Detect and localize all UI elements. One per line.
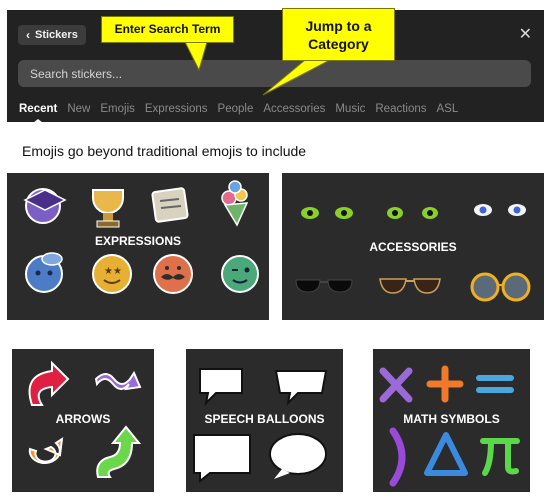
- arrows-label: ARROWS: [55, 412, 111, 426]
- times-symbol-sticker: [379, 367, 413, 403]
- rain-cloud-face-sticker: [25, 252, 63, 293]
- active-tab-indicator: [33, 119, 43, 123]
- trophy-sticker: [92, 189, 124, 228]
- jump-callout-line2: Category: [308, 36, 369, 52]
- accessories-card: ACCESSORIES: [282, 173, 544, 320]
- jump-callout-line1: Jump to a: [305, 18, 372, 34]
- tab-music[interactable]: Music: [335, 103, 365, 115]
- tab-asl[interactable]: ASL: [437, 103, 459, 115]
- green-up-arrow-sticker: [96, 425, 142, 478]
- tab-accessories[interactable]: Accessories: [263, 103, 325, 115]
- expressions-label: EXPRESSIONS: [94, 234, 182, 248]
- aviator-sunglasses-sticker: [379, 278, 441, 294]
- round-glasses-sticker: [470, 272, 531, 302]
- tab-recent[interactable]: Recent: [19, 103, 57, 115]
- oval-balloon-sticker: [269, 433, 327, 479]
- bouquet-sticker: [221, 180, 249, 227]
- expressions-card: ★ ★ EXPRESSIONS: [7, 173, 269, 320]
- tab-emojis[interactable]: Emojis: [100, 103, 135, 115]
- diploma-sticker: [151, 187, 189, 223]
- back-button-label: Stickers: [35, 29, 78, 41]
- green-eyes-sticker: [387, 207, 438, 219]
- winking-face-sticker: [221, 255, 259, 293]
- speech-balloons-label: SPEECH BALLOONS: [204, 412, 325, 426]
- search-term-callout: Enter Search Term: [101, 16, 234, 43]
- green-eyes-sticker: [301, 207, 353, 219]
- rectangular-balloon-sticker: [193, 434, 251, 484]
- speech-balloons-card: SPEECH BALLOONS: [186, 349, 343, 492]
- back-button[interactable]: ‹ Stickers: [18, 25, 86, 45]
- red-curved-arrow-sticker: [28, 360, 70, 406]
- pi-symbol-sticker: [480, 438, 520, 476]
- chevron-left-icon: ‹: [26, 28, 30, 42]
- search-input[interactable]: [18, 60, 531, 87]
- purple-wavy-arrow-sticker: [94, 370, 142, 391]
- tab-people[interactable]: People: [218, 103, 254, 115]
- speech-balloon-sticker: [274, 370, 328, 407]
- sticker-picker-panel: ‹ Stickers ✕ Recent New Emojis Expressio…: [7, 10, 544, 123]
- intro-text: Emojis go beyond traditional emojis to i…: [22, 143, 307, 159]
- mustache-face-sticker: [153, 254, 193, 294]
- parenthesis-sticker: [389, 427, 406, 487]
- math-symbols-card: MATH SYMBOLS: [373, 349, 530, 492]
- plus-symbol-sticker: [426, 365, 464, 403]
- close-icon[interactable]: ✕: [519, 24, 532, 44]
- equals-symbol-sticker: [476, 375, 514, 393]
- star-eyes-face-sticker: ★ ★: [92, 254, 132, 294]
- accessories-label: ACCESSORIES: [369, 240, 457, 254]
- delta-symbol-sticker: [424, 432, 468, 476]
- speech-balloon-sticker: [199, 368, 243, 407]
- jump-category-callout: Jump to a Category: [282, 8, 395, 61]
- tab-expressions[interactable]: Expressions: [145, 103, 208, 115]
- graduation-cap-sticker: [23, 188, 67, 224]
- tab-new[interactable]: New: [67, 103, 90, 115]
- orange-circular-arrow-sticker: [28, 436, 64, 464]
- arrows-card: ARROWS: [12, 349, 154, 492]
- category-tabs: Recent New Emojis Expressions People Acc…: [19, 103, 458, 115]
- svg-text:★: ★: [113, 266, 122, 277]
- math-symbols-label: MATH SYMBOLS: [403, 412, 500, 426]
- svg-text:★: ★: [104, 266, 113, 277]
- tab-reactions[interactable]: Reactions: [375, 103, 426, 115]
- black-sunglasses-sticker: [295, 279, 353, 293]
- blue-eyes-sticker: [474, 204, 526, 216]
